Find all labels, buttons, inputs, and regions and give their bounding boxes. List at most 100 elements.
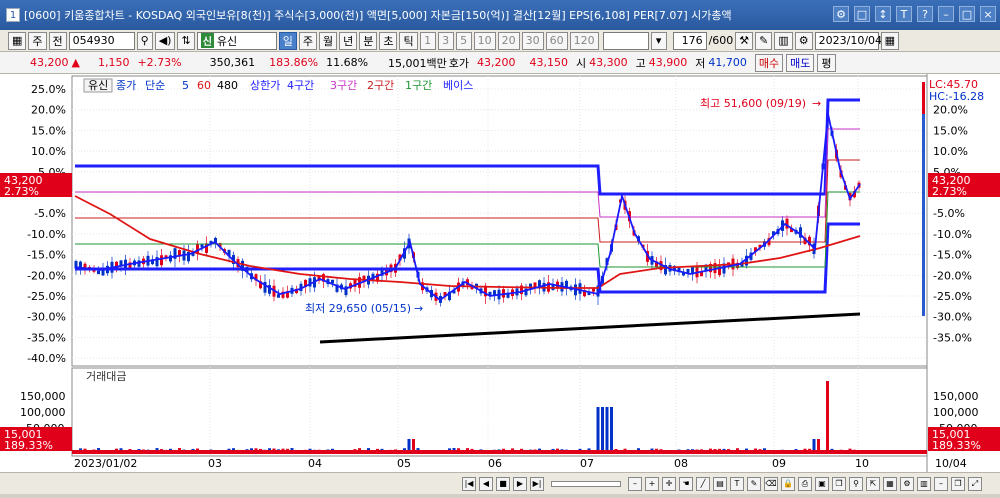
search-icon[interactable]: ⚲ (136, 31, 153, 50)
price-tick: -40.0% (27, 352, 66, 365)
maximize-button[interactable]: □ (959, 6, 975, 22)
line-icon[interactable]: ╱ (696, 476, 710, 491)
right-price-tick: -10.0% (933, 228, 972, 241)
price-tick: -35.0% (27, 331, 66, 344)
date-right: 10/04 (935, 457, 967, 470)
first-icon[interactable]: |◀ (462, 476, 476, 491)
grid-toggle-icon[interactable]: ▦ (883, 476, 897, 491)
settings-icon[interactable]: ⚙ (833, 6, 849, 22)
tick-5[interactable]: 5 (455, 31, 472, 50)
stock-name-field[interactable]: 신 유신 (196, 31, 277, 50)
price-tick: -30.0% (27, 311, 66, 324)
layout-icon[interactable]: ▥ (774, 31, 793, 50)
tick-10[interactable]: 10 (473, 31, 496, 50)
chart-area[interactable]: 최고 51,600 (09/19) → 최저 29,650 (05/15) → … (0, 74, 1000, 472)
magnify-icon[interactable]: ⚲ (849, 476, 863, 491)
help-icon[interactable]: ? (917, 6, 933, 22)
gear-icon[interactable]: ⚙ (794, 31, 813, 50)
tile-small-icon[interactable]: ▥ (917, 476, 931, 491)
sell-button[interactable]: 매도 (786, 53, 815, 72)
minimize-small-icon[interactable]: – (934, 476, 948, 491)
crosshair-icon[interactable]: ✛ (662, 476, 676, 491)
count-input[interactable]: 176 (672, 31, 707, 50)
calendar-icon[interactable]: ▦ (880, 31, 900, 50)
resize-icon[interactable]: ↕ (875, 6, 891, 22)
tick-custom-input[interactable] (602, 31, 649, 50)
sound-icon[interactable]: ◀) (154, 31, 176, 50)
right-scroll-up-indicator[interactable] (922, 82, 925, 114)
legend-close: 종가 (116, 79, 136, 92)
pen-icon[interactable]: ✎ (747, 476, 761, 491)
fullscreen-icon[interactable]: ⤢ (968, 476, 982, 491)
low-price: 41,700 (708, 56, 747, 69)
save-icon[interactable]: ▣ (815, 476, 829, 491)
period-tick[interactable]: 틱 (399, 31, 418, 50)
close-button[interactable]: × (980, 6, 996, 22)
period-month[interactable]: 월 (318, 31, 338, 50)
hc-label: HC:-16.28 (929, 90, 984, 103)
lock-icon[interactable]: 🔒 (781, 476, 795, 491)
restore-small-icon[interactable]: ❐ (951, 476, 965, 491)
volume-bar (826, 381, 829, 453)
code-input[interactable]: 054930 (68, 31, 135, 50)
tick-1[interactable]: 1 (419, 31, 436, 50)
zoom-out-icon[interactable]: – (628, 476, 642, 491)
stop-icon[interactable]: ■ (496, 476, 510, 491)
chart-type-icon[interactable]: ▤ (713, 476, 727, 491)
tick-3[interactable]: 3 (437, 31, 454, 50)
right-price-tick: -20.0% (933, 269, 972, 282)
tick-20[interactable]: 20 (497, 31, 520, 50)
font-icon[interactable]: T (896, 6, 912, 22)
period-year[interactable]: 년 (339, 31, 358, 50)
right-price-tick: 15.0% (933, 124, 968, 137)
tick-30[interactable]: 30 (521, 31, 544, 50)
bid-price: 43,200 (477, 56, 516, 69)
up-arrow-icon: ▲ (71, 56, 80, 69)
eraser-icon[interactable]: ⌫ (764, 476, 778, 491)
date-0102: 2023/01/02 (74, 457, 137, 470)
stock-chart[interactable]: 최고 51,600 (09/19) → 최저 29,650 (05/15) → … (0, 74, 1000, 472)
market-select[interactable]: 주 (28, 31, 47, 50)
current-price: 43,200 (30, 56, 69, 69)
prev-next-icon[interactable]: ⇅ (177, 31, 195, 50)
date-input[interactable]: 2023/10/04 (814, 31, 882, 50)
high-annotation: 최고 51,600 (09/19) (700, 97, 806, 110)
right-price-tick: -15.0% (933, 249, 972, 262)
window-number: 1 (6, 8, 20, 22)
dropdown-icon[interactable]: ▾ (650, 31, 667, 50)
expand-icon[interactable]: ⇱ (866, 476, 880, 491)
chart-tools-icon[interactable]: ⚒ (735, 31, 754, 50)
period-minute[interactable]: 분 (359, 31, 378, 50)
minimize-button[interactable]: – (938, 6, 954, 22)
prev-icon[interactable]: ◀ (479, 476, 493, 491)
rvol-tick-150000: 150,000 (933, 390, 979, 403)
tick-120[interactable]: 120 (569, 31, 599, 50)
eval-button[interactable]: 평 (817, 53, 836, 72)
hand-icon[interactable]: ☚ (679, 476, 693, 491)
window-title: [0600] 키움종합차트 - KOSDAQ 외국인보유[8(천)] 주식수[3… (24, 9, 732, 22)
period-second[interactable]: 초 (379, 31, 398, 50)
draw-icon[interactable]: ✎ (755, 31, 773, 50)
buy-button[interactable]: 매수 (754, 53, 784, 72)
zoom-slider[interactable] (551, 480, 621, 487)
zoom-in-icon[interactable]: + (645, 476, 659, 491)
right-price-box-pct: 2.73% (932, 185, 967, 198)
volume-baseline (72, 450, 927, 454)
copy-icon[interactable]: ❐ (832, 476, 846, 491)
right-scroll-indicator[interactable] (922, 82, 925, 316)
period-day[interactable]: 일 (278, 31, 297, 50)
print-icon[interactable]: ⎙ (798, 476, 812, 491)
tile-icon[interactable]: □ (854, 6, 870, 22)
period-select[interactable]: 전 (48, 31, 67, 50)
tick-60[interactable]: 60 (545, 31, 568, 50)
volume-bar (605, 407, 609, 453)
period-week[interactable]: 주 (298, 31, 317, 50)
next-icon[interactable]: ▶ (513, 476, 527, 491)
legend-zone2: 2구간 (367, 79, 394, 92)
last-icon[interactable]: ▶| (530, 476, 544, 491)
price-tick: -20.0% (27, 269, 66, 282)
text-icon[interactable]: T (730, 476, 744, 491)
window-controls: ⚙ □ ↕ T ? – □ × (833, 6, 996, 22)
grid-icon[interactable]: ▦ (8, 31, 27, 50)
settings-small-icon[interactable]: ⚙ (900, 476, 914, 491)
